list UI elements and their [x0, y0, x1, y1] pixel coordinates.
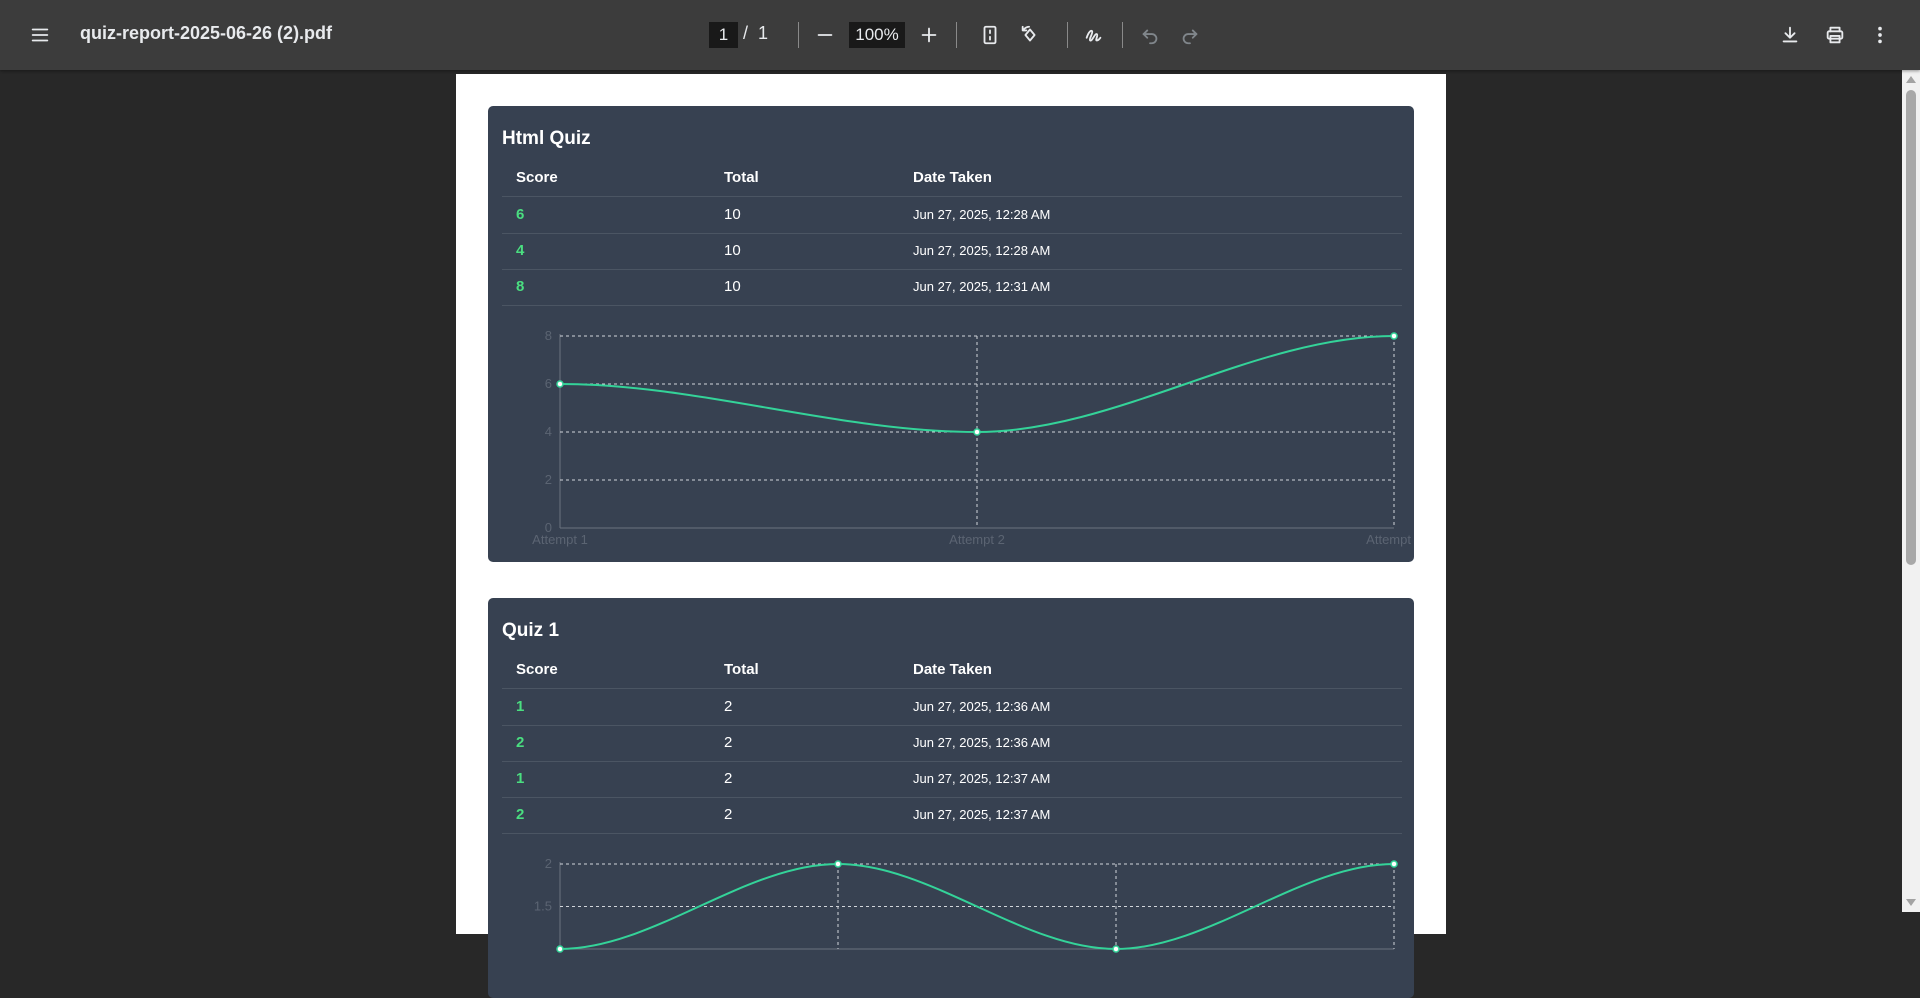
table-row: 1 2 Jun 27, 2025, 12:37 AM [502, 761, 1402, 798]
toolbar-divider [1122, 22, 1123, 48]
table-row: 1 2 Jun 27, 2025, 12:36 AM [502, 689, 1402, 726]
total-cell: 2 [724, 734, 733, 751]
total-cell: 10 [724, 206, 741, 223]
document-title: quiz-report-2025-06-26 (2).pdf [80, 23, 333, 43]
download-icon[interactable] [1770, 15, 1810, 55]
header-score: Score [516, 169, 558, 186]
data-point [1390, 332, 1398, 340]
more-icon[interactable] [1860, 15, 1900, 55]
menu-icon[interactable] [20, 15, 60, 55]
header-total: Total [724, 169, 759, 186]
toolbar-divider [956, 22, 957, 48]
date-cell: Jun 27, 2025, 12:31 AM [913, 279, 1051, 294]
rotate-icon[interactable] [1010, 15, 1050, 55]
pdf-toolbar: quiz-report-2025-06-26 (2).pdf 1 / 1 100… [0, 0, 1920, 70]
date-cell: Jun 27, 2025, 12:36 AM [913, 735, 1051, 750]
table-header: Score Total Date Taken [502, 160, 1402, 197]
draw-icon[interactable] [1074, 15, 1114, 55]
scroll-up-icon[interactable] [1906, 76, 1916, 83]
y-tick-label: 6 [545, 376, 552, 391]
data-point [1390, 860, 1398, 868]
zoom-level-input[interactable]: 100% [849, 22, 905, 48]
toolbar-divider [1067, 22, 1068, 48]
date-cell: Jun 27, 2025, 12:36 AM [913, 699, 1051, 714]
quiz-card: Quiz 1 Score Total Date Taken 1 2 Jun 27… [488, 598, 1414, 998]
vertical-scrollbar[interactable] [1902, 70, 1920, 912]
x-tick-label: Attempt 1 [532, 532, 588, 547]
y-tick-label: 8 [545, 328, 552, 343]
score-cell: 4 [516, 242, 525, 259]
table-header: Score Total Date Taken [502, 652, 1402, 689]
redo-icon[interactable] [1170, 15, 1210, 55]
x-tick-label: Attempt 3 [1366, 532, 1414, 547]
total-cell: 2 [724, 770, 733, 787]
data-point [556, 380, 564, 388]
table-row: 4 10 Jun 27, 2025, 12:28 AM [502, 233, 1402, 270]
date-cell: Jun 27, 2025, 12:28 AM [913, 207, 1051, 222]
pdf-page: Html Quiz Score Total Date Taken 6 10 Ju… [456, 74, 1446, 998]
date-cell: Jun 27, 2025, 12:37 AM [913, 807, 1051, 822]
zoom-in-icon[interactable] [909, 15, 949, 55]
data-point [1112, 945, 1120, 953]
page-number-input[interactable]: 1 [709, 22, 738, 48]
score-cell: 6 [516, 206, 525, 223]
table-row: 8 10 Jun 27, 2025, 12:31 AM [502, 269, 1402, 306]
header-score: Score [516, 661, 558, 678]
score-line-chart: 1.52 [534, 856, 1398, 953]
score-cell: 8 [516, 278, 525, 295]
total-cell: 10 [724, 242, 741, 259]
quiz-title: Quiz 1 [502, 620, 560, 641]
date-cell: Jun 27, 2025, 12:28 AM [913, 243, 1051, 258]
quiz-card: Html Quiz Score Total Date Taken 6 10 Ju… [488, 106, 1414, 562]
scroll-down-icon[interactable] [1906, 899, 1916, 906]
page-separator: / [743, 23, 749, 43]
y-tick-label: 2 [545, 856, 552, 871]
total-cell: 10 [724, 278, 741, 295]
score-cell: 1 [516, 770, 525, 787]
header-date: Date Taken [913, 661, 992, 678]
y-tick-label: 1.5 [534, 899, 552, 914]
table-row: 6 10 Jun 27, 2025, 12:28 AM [502, 197, 1402, 234]
zoom-out-icon[interactable] [805, 15, 845, 55]
quiz-title: Html Quiz [502, 128, 591, 149]
y-tick-label: 4 [545, 424, 552, 439]
date-cell: Jun 27, 2025, 12:37 AM [913, 771, 1051, 786]
data-point [973, 428, 981, 436]
score-cell: 2 [516, 806, 525, 823]
scrollbar-thumb[interactable] [1906, 90, 1916, 565]
score-cell: 2 [516, 734, 525, 751]
print-icon[interactable] [1815, 15, 1855, 55]
x-tick-label: Attempt 2 [949, 532, 1005, 547]
total-cell: 2 [724, 806, 733, 823]
y-tick-label: 2 [545, 472, 552, 487]
score-line-chart: 02468Attempt 1Attempt 2Attempt 3 [532, 328, 1414, 547]
header-date: Date Taken [913, 169, 992, 186]
score-cell: 1 [516, 698, 525, 715]
table-row: 2 2 Jun 27, 2025, 12:37 AM [502, 797, 1402, 834]
page-total: 1 [758, 23, 769, 43]
header-total: Total [724, 661, 759, 678]
undo-icon[interactable] [1130, 15, 1170, 55]
data-point [834, 860, 842, 868]
table-row: 2 2 Jun 27, 2025, 12:36 AM [502, 725, 1402, 762]
toolbar-divider [798, 22, 799, 48]
fit-page-icon[interactable] [970, 15, 1010, 55]
total-cell: 2 [724, 698, 733, 715]
data-point [556, 945, 564, 953]
